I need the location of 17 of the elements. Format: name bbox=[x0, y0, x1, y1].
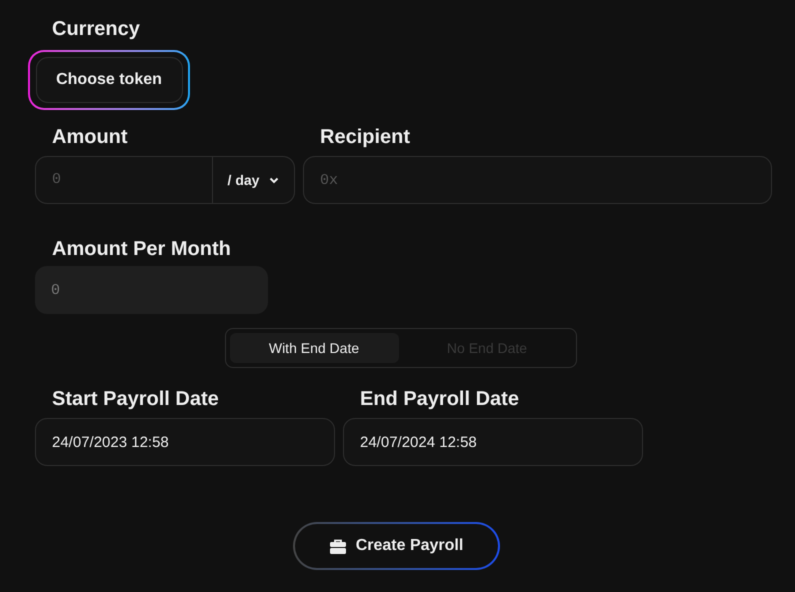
field-label: End Payroll Date bbox=[360, 388, 519, 410]
briefcase-icon bbox=[330, 538, 346, 554]
amount-field[interactable]: 0 bbox=[35, 156, 213, 204]
period-dropdown[interactable]: / day bbox=[213, 156, 295, 204]
amount-per-month-field[interactable]: 0 bbox=[35, 266, 268, 314]
end-date-field[interactable]: 24/07/2024 12:58 bbox=[343, 418, 643, 466]
choose-token-button[interactable]: Choose token bbox=[36, 57, 182, 103]
start-date-field[interactable]: 24/07/2023 12:58 bbox=[35, 418, 335, 466]
recipient-field[interactable]: 0x bbox=[303, 156, 772, 204]
field-label: Recipient bbox=[320, 126, 410, 148]
field-label: Currency bbox=[52, 18, 140, 40]
field-label: Amount Per Month bbox=[52, 238, 231, 260]
field-label: Start Payroll Date bbox=[52, 388, 219, 410]
field-label: Amount bbox=[52, 126, 128, 148]
chevron-down-icon bbox=[269, 176, 280, 184]
create-payroll-button[interactable]: Create Payroll bbox=[293, 522, 500, 570]
toggle-option[interactable]: With End Date bbox=[230, 333, 398, 363]
